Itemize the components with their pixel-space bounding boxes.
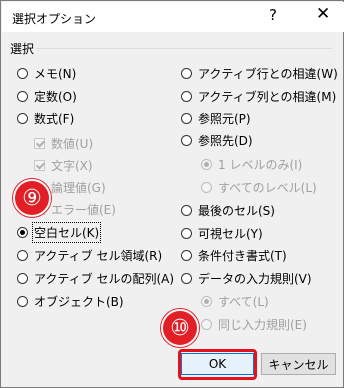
radio-icon[interactable] bbox=[181, 249, 192, 261]
option-visible-cells[interactable]: 可視セル(Y) bbox=[181, 224, 263, 242]
option-formulas[interactable]: 数式(F) bbox=[17, 109, 74, 127]
radio-disabled-icon[interactable] bbox=[201, 181, 212, 193]
step-badge-nine: ⑨ bbox=[13, 179, 51, 217]
option-column-differences[interactable]: アクティブ列との相違(M) bbox=[181, 87, 336, 105]
option-all-levels[interactable]: すべてのレベル(L) bbox=[201, 178, 317, 196]
radio-disabled-selected-icon[interactable] bbox=[201, 295, 212, 307]
step-badge-ten: ⑩ bbox=[161, 309, 199, 347]
title-bar: 選択オプション ? ✕ bbox=[2, 2, 344, 32]
option-constants[interactable]: 定数(O) bbox=[17, 87, 77, 105]
option-conditional-formats[interactable]: 条件付き書式(T) bbox=[181, 246, 287, 264]
option-direct-only[interactable]: 1 レベルのみ(I) bbox=[201, 155, 302, 173]
group-label-selection: 選択 bbox=[10, 42, 35, 56]
radio-disabled-selected-icon[interactable] bbox=[201, 158, 212, 170]
radio-icon[interactable] bbox=[17, 90, 28, 102]
option-precedents[interactable]: 参照元(P) bbox=[181, 109, 251, 127]
radio-selected-icon[interactable] bbox=[17, 226, 28, 238]
radio-icon[interactable] bbox=[17, 272, 28, 284]
radio-icon[interactable] bbox=[181, 227, 192, 239]
radio-icon[interactable] bbox=[181, 67, 192, 79]
option-validation-same[interactable]: 同じ入力規則(E) bbox=[201, 315, 307, 333]
option-current-region[interactable]: アクティブ セル領域(R) bbox=[17, 246, 162, 264]
checkbox-icon[interactable] bbox=[34, 159, 45, 171]
cancel-button[interactable]: キャンセル bbox=[261, 353, 336, 375]
option-dependents[interactable]: 参照先(D) bbox=[181, 131, 253, 149]
radio-icon[interactable] bbox=[17, 249, 28, 261]
radio-icon[interactable] bbox=[181, 134, 192, 146]
ok-highlight-box bbox=[178, 349, 257, 380]
option-row-differences[interactable]: アクティブ行との相違(W) bbox=[181, 64, 338, 82]
option-last-cell[interactable]: 最後のセル(S) bbox=[181, 201, 275, 219]
option-validation-all[interactable]: すべて(L) bbox=[201, 292, 269, 310]
checkbox-text[interactable]: 文字(X) bbox=[34, 156, 93, 174]
radio-icon[interactable] bbox=[17, 67, 28, 79]
help-button[interactable]: ? bbox=[269, 6, 277, 24]
radio-icon[interactable] bbox=[181, 204, 192, 216]
checkbox-icon[interactable] bbox=[34, 137, 45, 149]
radio-icon[interactable] bbox=[181, 272, 192, 284]
radio-icon[interactable] bbox=[181, 112, 192, 124]
close-button[interactable]: ✕ bbox=[316, 4, 330, 24]
option-current-array[interactable]: アクティブ セルの配列(A) bbox=[17, 269, 174, 287]
checkbox-numbers[interactable]: 数値(U) bbox=[34, 134, 93, 152]
radio-icon[interactable] bbox=[17, 112, 28, 124]
radio-icon[interactable] bbox=[17, 295, 28, 307]
radio-disabled-icon[interactable] bbox=[201, 318, 212, 330]
dialog-title: 選択オプション bbox=[12, 12, 97, 26]
option-comments[interactable]: メモ(N) bbox=[17, 64, 76, 82]
group-divider bbox=[36, 48, 332, 49]
option-data-validation[interactable]: データの入力規則(V) bbox=[181, 269, 312, 287]
option-blanks[interactable]: 空白セル(K) bbox=[17, 221, 102, 243]
option-objects[interactable]: オブジェクト(B) bbox=[17, 292, 124, 310]
radio-icon[interactable] bbox=[181, 90, 192, 102]
